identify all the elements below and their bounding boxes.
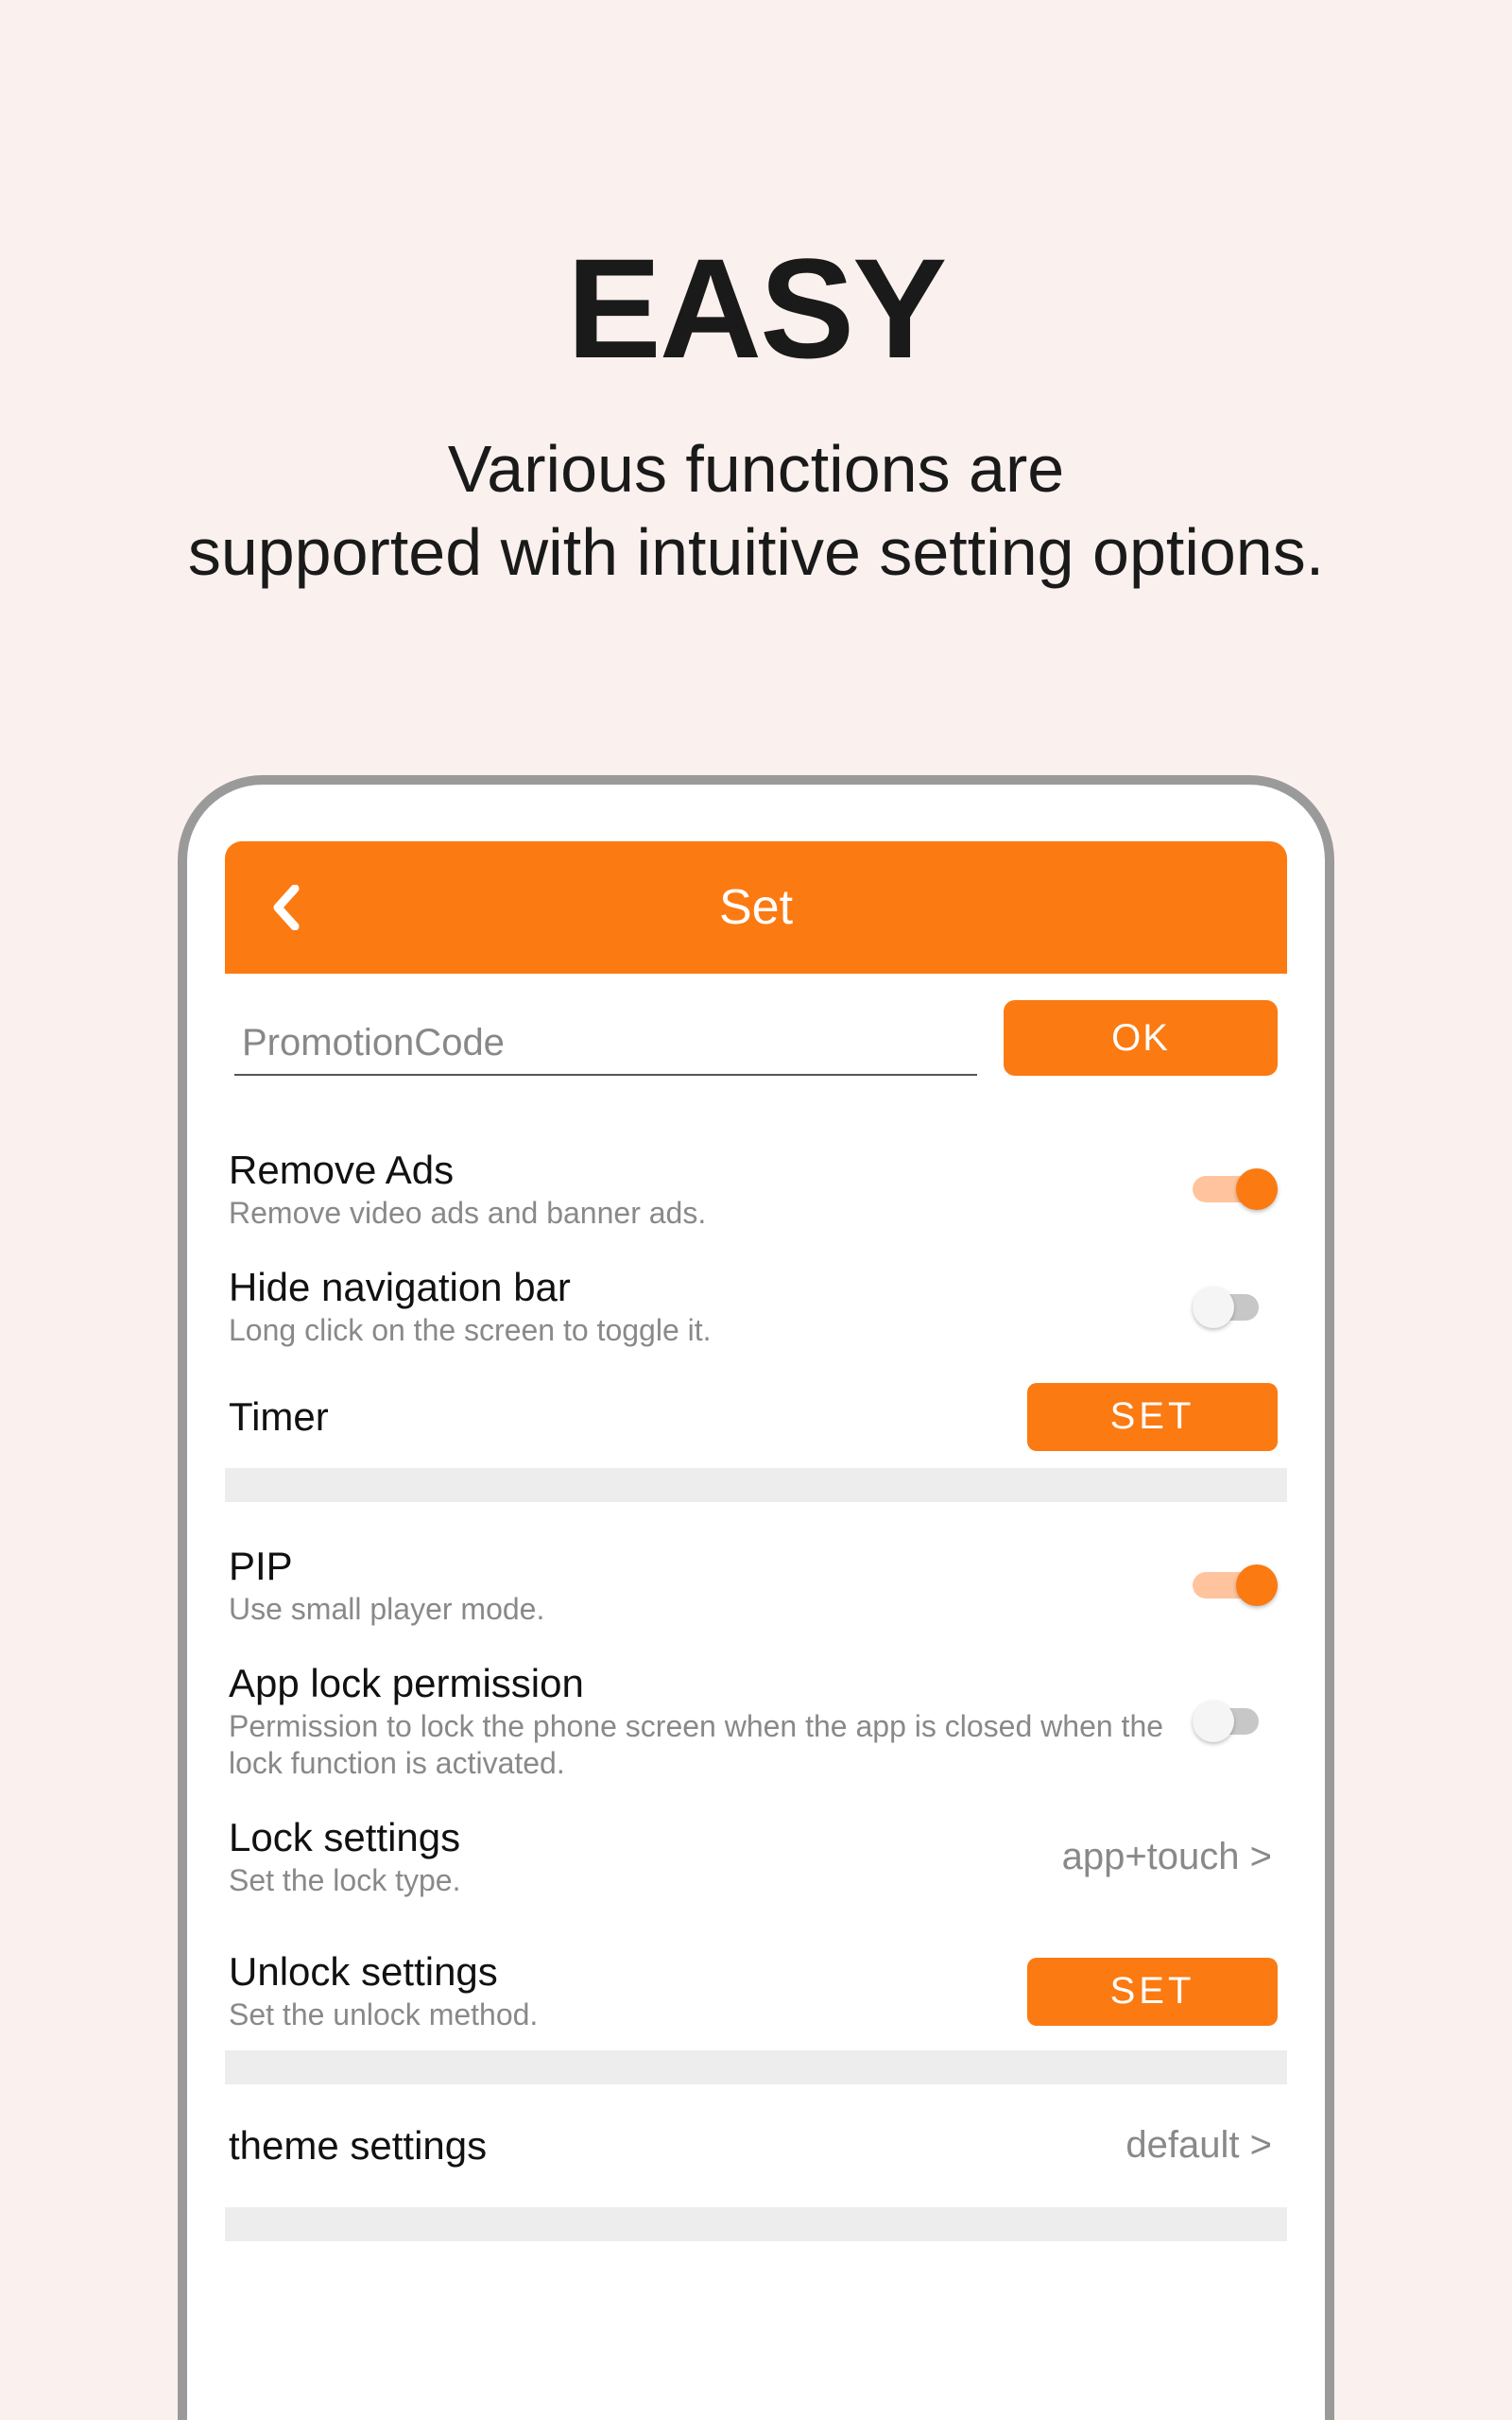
hide-nav-sub: Long click on the screen to toggle it. — [229, 1312, 1174, 1348]
settings-group-2: PIP Use small player mode. App lock perm… — [225, 1502, 1287, 2050]
toggle-thumb — [1236, 1564, 1278, 1606]
unlock-settings-sub: Set the unlock method. — [229, 1996, 1008, 2032]
hide-nav-title: Hide navigation bar — [229, 1265, 1174, 1310]
row-text: Lock settings Set the lock type. — [229, 1815, 1062, 1898]
phone-frame: Set PromotionCode OK Remove Ads Remove v… — [178, 775, 1334, 2420]
unlock-set-button[interactable]: SET — [1027, 1958, 1278, 2026]
row-text: App lock permission Permission to lock t… — [229, 1661, 1193, 1781]
pip-toggle[interactable] — [1193, 1564, 1278, 1606]
remove-ads-sub: Remove video ads and banner ads. — [229, 1195, 1174, 1231]
back-icon[interactable] — [270, 885, 301, 930]
theme-settings-value: default > — [1125, 2124, 1278, 2167]
promo-ok-button[interactable]: OK — [1004, 1000, 1278, 1076]
hero-title: EASY — [0, 227, 1512, 390]
app-header-title: Set — [225, 879, 1287, 936]
row-lock-settings[interactable]: Lock settings Set the lock type. app+tou… — [225, 1798, 1287, 1915]
app-lock-sub: Permission to lock the phone screen when… — [229, 1708, 1174, 1781]
hero-section: EASY Various functions are supported wit… — [0, 0, 1512, 594]
pip-sub: Use small player mode. — [229, 1591, 1174, 1627]
remove-ads-title: Remove Ads — [229, 1148, 1174, 1193]
lock-settings-title: Lock settings — [229, 1815, 1043, 1860]
remove-ads-toggle[interactable] — [1193, 1168, 1278, 1210]
settings-group-1: Remove Ads Remove video ads and banner a… — [225, 1085, 1287, 1468]
section-divider — [225, 1468, 1287, 1502]
hero-subtitle-line2: supported with intuitive setting options… — [188, 515, 1324, 589]
toggle-thumb — [1193, 1701, 1234, 1742]
hero-subtitle-line1: Various functions are — [448, 432, 1064, 506]
app-header: Set — [225, 841, 1287, 974]
settings-group-3: theme settings default > — [225, 2084, 1287, 2207]
hide-nav-toggle[interactable] — [1193, 1287, 1278, 1328]
row-remove-ads: Remove Ads Remove video ads and banner a… — [225, 1131, 1287, 1248]
row-text: theme settings — [229, 2123, 1125, 2169]
row-pip: PIP Use small player mode. — [225, 1527, 1287, 1644]
row-theme-settings[interactable]: theme settings default > — [225, 2084, 1287, 2207]
row-text: PIP Use small player mode. — [229, 1544, 1193, 1627]
section-divider — [225, 2050, 1287, 2084]
toggle-thumb — [1236, 1168, 1278, 1210]
unlock-settings-title: Unlock settings — [229, 1949, 1008, 1995]
pip-title: PIP — [229, 1544, 1174, 1589]
toggle-thumb — [1193, 1287, 1234, 1328]
row-unlock-settings: Unlock settings Set the unlock method. S… — [225, 1915, 1287, 2049]
app-lock-title: App lock permission — [229, 1661, 1174, 1706]
row-timer: Timer SET — [225, 1366, 1287, 1468]
row-text: Remove Ads Remove video ads and banner a… — [229, 1148, 1193, 1231]
row-app-lock: App lock permission Permission to lock t… — [225, 1644, 1287, 1798]
promo-row: PromotionCode OK — [225, 974, 1287, 1085]
promo-code-input[interactable]: PromotionCode — [242, 1022, 977, 1064]
section-divider — [225, 2207, 1287, 2241]
row-hide-nav: Hide navigation bar Long click on the sc… — [225, 1248, 1287, 1365]
hero-subtitle: Various functions are supported with int… — [0, 428, 1512, 594]
app-lock-toggle[interactable] — [1193, 1701, 1278, 1742]
promo-section: PromotionCode OK — [225, 974, 1287, 1085]
row-text: Timer — [229, 1394, 1027, 1440]
row-text: Hide navigation bar Long click on the sc… — [229, 1265, 1193, 1348]
row-text: Unlock settings Set the unlock method. — [229, 1949, 1027, 2032]
timer-set-button[interactable]: SET — [1027, 1383, 1278, 1451]
lock-settings-sub: Set the lock type. — [229, 1862, 1043, 1898]
theme-settings-title: theme settings — [229, 2123, 1107, 2169]
lock-settings-value: app+touch > — [1062, 1836, 1278, 1878]
timer-title: Timer — [229, 1394, 1008, 1440]
promo-input-wrap: PromotionCode — [234, 1022, 977, 1076]
